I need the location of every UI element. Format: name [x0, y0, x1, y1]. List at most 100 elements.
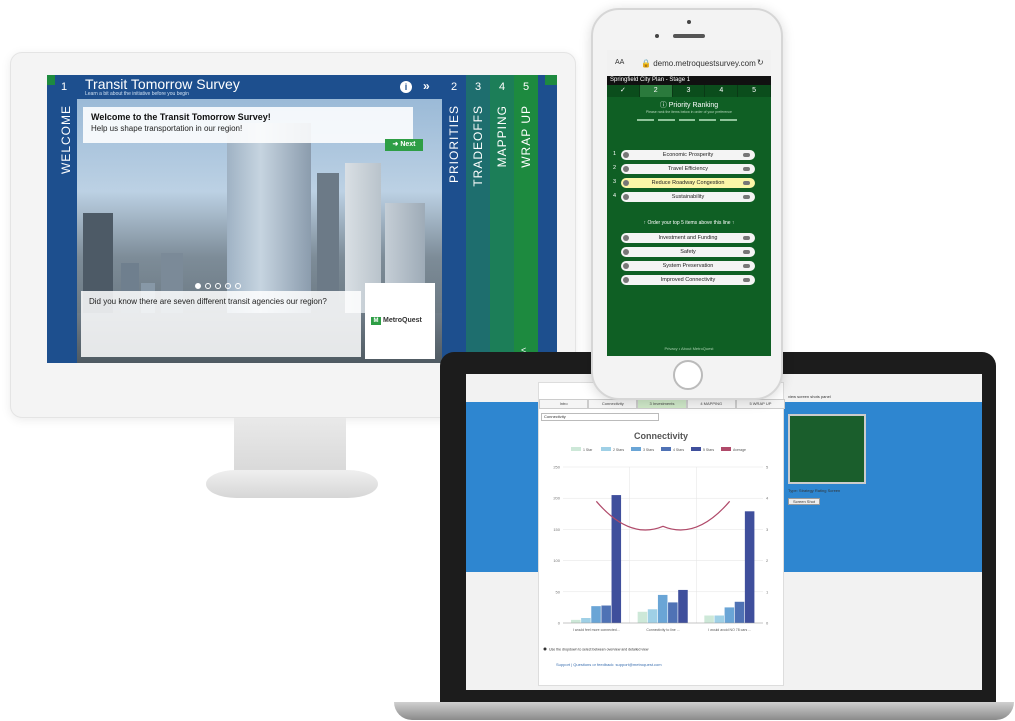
priority-heading: ⓘ Priority Ranking	[659, 102, 719, 109]
x-tick-label: I would avoid NO 78 cars ...	[708, 628, 751, 632]
side-link[interactable]: view screen shots panel	[788, 394, 831, 399]
tab-tradeoffs[interactable]: 3 TRADEOFFS	[466, 75, 490, 363]
comment-icon[interactable]	[743, 181, 750, 185]
screen-shot-button[interactable]: Screen Shot	[788, 498, 821, 505]
rank-item[interactable]: 1 Economic Prosperity	[613, 150, 763, 160]
metroquest-logo-icon: M	[371, 317, 381, 325]
info-icon[interactable]	[623, 235, 629, 241]
comment-icon[interactable]	[743, 153, 750, 157]
rank-item[interactable]: 3 Reduce Roadway Congestion	[613, 178, 763, 188]
report-tab-active[interactable]: 3 Investments	[637, 399, 687, 409]
bar	[647, 609, 658, 623]
bar	[601, 605, 611, 623]
welcome-tab[interactable]: 1 WELCOME	[55, 75, 77, 363]
x-tick-label: I would feel more connected...	[573, 628, 620, 632]
info-icon[interactable]	[623, 249, 629, 255]
text-size-button[interactable]: AA	[615, 59, 624, 66]
laptop-base	[394, 702, 1014, 720]
phone-tab[interactable]: 4	[705, 85, 739, 97]
video-thumbnail[interactable]	[788, 414, 866, 484]
report-tab[interactable]: 5 WRAP UP	[735, 399, 786, 409]
chart-select[interactable]: Connectivity	[541, 413, 659, 421]
info-icon[interactable]	[623, 263, 629, 269]
report-tab[interactable]: Intro	[539, 399, 589, 409]
order-text: Order your top 5 items above this line	[647, 220, 731, 226]
unranked-item[interactable]: Investment and Funding	[613, 233, 763, 243]
fast-forward-icon[interactable]: »	[423, 79, 430, 93]
info-icon[interactable]	[623, 166, 629, 172]
tab-mapping[interactable]: 4 MAPPING	[490, 75, 514, 363]
rank-item[interactable]: 4 Sustainability	[613, 192, 763, 202]
rank-number: 1	[613, 151, 617, 157]
y2-tick-label: 0	[766, 621, 769, 626]
comment-icon[interactable]	[743, 195, 750, 199]
survey-header: Transit Tomorrow Survey Learn a bit abou…	[77, 75, 442, 99]
unranked-item[interactable]: Safety	[613, 247, 763, 257]
rank-item[interactable]: 2 Travel Efficiency	[613, 164, 763, 174]
carousel-dot[interactable]	[225, 283, 231, 289]
chart-title: Connectivity	[634, 431, 688, 441]
survey-subtitle: Learn a bit about the initiative before …	[85, 91, 189, 97]
carousel-dot[interactable]	[205, 283, 211, 289]
next-button[interactable]: ➜ Next	[385, 139, 423, 151]
info-icon[interactable]	[623, 194, 629, 200]
y2-tick-label: 4	[766, 496, 769, 501]
comment-icon[interactable]	[743, 278, 750, 282]
unranked-label: Safety	[680, 249, 696, 255]
fact-text: Did you know there are seven different t…	[89, 297, 327, 306]
tab-number: 3	[474, 81, 482, 93]
phone-footer[interactable]: Privacy • About MetroQuest	[607, 346, 771, 351]
y-tick-label: 200	[553, 496, 560, 501]
tab-wrap-up[interactable]: 5 WRAP UP <	[514, 75, 538, 363]
bar	[714, 615, 724, 623]
comment-icon[interactable]	[743, 264, 750, 268]
comment-icon[interactable]	[743, 236, 750, 240]
home-button[interactable]	[673, 360, 703, 390]
carousel-dot[interactable]	[195, 283, 201, 289]
bar	[668, 602, 678, 623]
legend-label: Average	[733, 448, 746, 452]
priority-hint: Please rank the items below in order of …	[646, 110, 732, 114]
order-line: ↑ Order your top 5 items above this line…	[643, 220, 735, 226]
tab-label: WRAP UP	[519, 105, 533, 168]
phone-tab-active[interactable]: 2	[639, 85, 673, 97]
tab-priorities[interactable]: 2 PRIORITIES	[442, 75, 466, 363]
y-tick-label: 50	[556, 589, 561, 594]
unranked-pill: System Preservation	[621, 261, 755, 271]
carousel-dot[interactable]	[215, 283, 221, 289]
info-icon[interactable]: i	[400, 81, 412, 93]
report-tab[interactable]: Connectivity	[588, 399, 638, 409]
support-footer[interactable]: Support | Questions or feedback: support…	[556, 662, 662, 667]
info-icon[interactable]	[623, 180, 629, 186]
tab-number: 2	[450, 81, 458, 93]
comment-icon[interactable]	[743, 250, 750, 254]
report-tab[interactable]: 4 MAPPING	[686, 399, 736, 409]
info-icon[interactable]	[623, 277, 629, 283]
rank-pill: Sustainability	[621, 192, 755, 202]
bar	[571, 619, 581, 623]
side-caption: Type: Strategy Rating Screen	[788, 488, 841, 493]
unranked-pill: Investment and Funding	[621, 233, 755, 243]
phone-tab[interactable]: ✓	[607, 85, 640, 97]
unranked-item[interactable]: System Preservation	[613, 261, 763, 271]
phone-tab[interactable]: 5	[738, 85, 771, 97]
logo-text: MetroQuest	[383, 317, 422, 324]
monitor-base	[206, 470, 378, 498]
phone-tab[interactable]: 3	[672, 85, 706, 97]
rank-number: 2	[613, 165, 617, 171]
unranked-label: Improved Connectivity	[660, 277, 716, 283]
front-camera	[687, 20, 691, 24]
y2-tick-label: 1	[766, 589, 769, 594]
carousel-dot[interactable]	[235, 283, 241, 289]
unranked-item[interactable]: Improved Connectivity	[613, 275, 763, 285]
info-icon[interactable]	[623, 152, 629, 158]
rank-number: 4	[613, 193, 617, 199]
legend-swatch	[601, 447, 611, 451]
browser-url-bar[interactable]: AA 🔒 demo.metroquestsurvey.com ↻	[607, 50, 771, 76]
reload-icon[interactable]: ↻	[757, 58, 764, 67]
bar	[678, 589, 688, 623]
unranked-label: Investment and Funding	[658, 235, 718, 241]
comment-icon[interactable]	[743, 167, 750, 171]
carousel-dots[interactable]	[195, 283, 241, 289]
report-tabs: Intro Connectivity 3 Investments 4 MAPPI…	[539, 399, 786, 409]
